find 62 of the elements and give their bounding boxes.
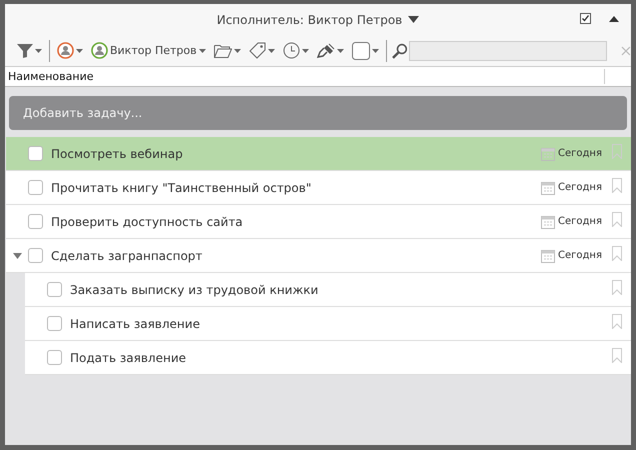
due-date: Сегодня (558, 182, 602, 193)
window-title: Исполнитель: Виктор Петров (216, 12, 402, 26)
caret-icon (35, 48, 42, 52)
search-field[interactable] (409, 40, 608, 60)
clock-icon (282, 42, 300, 59)
caret-icon (302, 48, 309, 52)
task-row[interactable]: Проверить доступность сайта Сегодня (6, 205, 631, 239)
task-row[interactable]: Подать заявление (25, 341, 631, 375)
task-row[interactable]: Сделать загранпаспорт Сегодня (6, 239, 631, 273)
person-icon (56, 42, 74, 59)
checkbox[interactable] (28, 180, 43, 195)
calendar-icon (541, 214, 556, 228)
tag-icon (248, 42, 266, 59)
caret-icon (336, 48, 344, 52)
filter-icon (17, 42, 33, 58)
add-task-field[interactable]: Добавить задачу... (9, 96, 627, 130)
checkbox-icon[interactable] (580, 13, 591, 24)
task-title: Посмотреть вебинар (51, 146, 184, 160)
bookmark-icon[interactable] (612, 348, 622, 363)
checkbox[interactable] (47, 316, 62, 331)
due-date: Сегодня (558, 250, 602, 261)
task-title: Заказать выписку из трудовой книжки (70, 282, 320, 296)
calendar-icon (541, 146, 556, 160)
brush-icon (316, 42, 335, 58)
checkbox[interactable] (28, 248, 43, 263)
task-title: Проверить доступность сайта (51, 214, 244, 228)
caret-icon (372, 48, 379, 52)
folder-icon (214, 44, 232, 58)
bookmark-icon[interactable] (612, 314, 622, 329)
checkbox[interactable] (47, 350, 62, 365)
due-date: Сегодня (558, 148, 602, 159)
task-title: Прочитать книгу "Таинственный остров" (51, 180, 312, 194)
calendar-icon (541, 180, 556, 194)
caret-icon (198, 48, 206, 52)
task-row[interactable]: Заказать выписку из трудовой книжки (25, 273, 631, 307)
dropdown-caret-icon[interactable] (408, 16, 420, 23)
bookmark-icon[interactable] (612, 212, 622, 227)
task-title: Сделать загранпаспорт (51, 248, 204, 262)
bookmark-icon[interactable] (612, 144, 622, 159)
task-title: Подать заявление (70, 350, 187, 364)
caret-icon (234, 48, 241, 52)
caret-icon (76, 48, 83, 52)
task-row[interactable]: Прочитать книгу "Таинственный остров" Сегодня (6, 171, 631, 205)
assignee-dropdown[interactable]: Виктор Петров (86, 40, 210, 62)
checkbox[interactable] (47, 282, 62, 297)
task-row[interactable]: Посмотреть вебинар Сегодня (6, 137, 631, 171)
bookmark-icon[interactable] (612, 246, 622, 261)
due-date: Сегодня (558, 216, 602, 227)
search-icon (392, 42, 408, 58)
expand-arrow-icon[interactable] (12, 252, 22, 258)
collapse-arrow-icon[interactable] (609, 16, 619, 22)
person-icon (90, 42, 108, 59)
task-row[interactable]: Написать заявление (25, 307, 631, 341)
bookmark-icon[interactable] (612, 280, 622, 295)
task-title: Написать заявление (70, 316, 201, 330)
clear-icon[interactable] (621, 46, 631, 56)
checkbox[interactable] (28, 214, 43, 229)
checkbox[interactable] (28, 146, 43, 161)
square-icon (352, 42, 370, 60)
caret-icon (268, 48, 275, 52)
bookmark-icon[interactable] (612, 178, 622, 193)
calendar-icon (541, 248, 556, 262)
